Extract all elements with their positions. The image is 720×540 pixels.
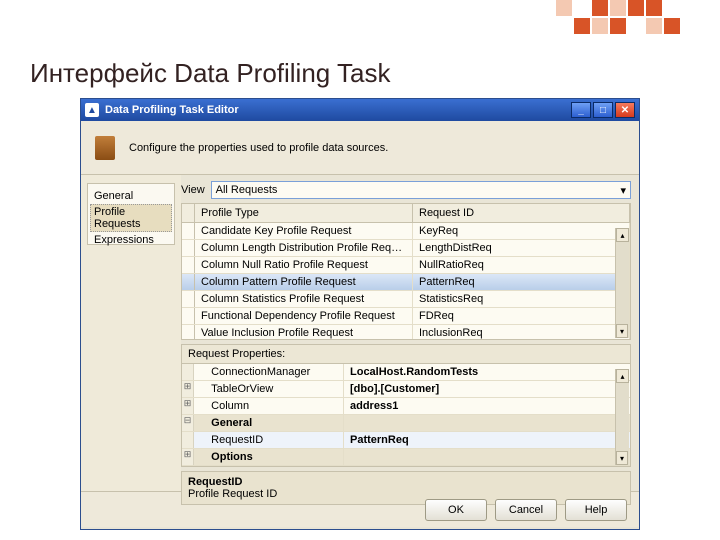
- chevron-down-icon: ▾: [620, 184, 626, 197]
- nav-expressions[interactable]: Expressions: [90, 232, 172, 248]
- cell-profile-type: Column Length Distribution Profile Reque…: [195, 240, 413, 256]
- slide-title: Интерфейс Data Profiling Task: [30, 58, 390, 89]
- property-name: RequestID: [194, 432, 344, 448]
- minimize-button[interactable]: _: [571, 102, 591, 118]
- info-bar: Configure the properties used to profile…: [81, 121, 639, 175]
- cancel-button[interactable]: Cancel: [495, 499, 557, 521]
- side-navigation: General Profile Requests Expressions: [81, 175, 181, 491]
- properties-panel: Request Properties: ConnectionManagerLoc…: [181, 344, 631, 467]
- property-name: Column: [194, 398, 344, 414]
- titlebar[interactable]: ▲ Data Profiling Task Editor _ □ ✕: [81, 99, 639, 121]
- cell-request-id: PatternReq: [413, 274, 630, 290]
- table-row[interactable]: Column Null Ratio Profile RequestNullRat…: [182, 257, 630, 274]
- dialog-window: ▲ Data Profiling Task Editor _ □ ✕ Confi…: [80, 98, 640, 530]
- scroll-up-icon[interactable]: ▴: [616, 228, 629, 242]
- info-text: Configure the properties used to profile…: [129, 142, 388, 154]
- property-value: [dbo].[Customer]: [344, 381, 630, 397]
- slide-decoration: [556, 0, 680, 34]
- help-name: RequestID: [188, 476, 624, 488]
- cell-profile-type: Functional Dependency Profile Request: [195, 308, 413, 324]
- expand-icon: [182, 364, 194, 380]
- property-value: [344, 449, 630, 465]
- expand-icon[interactable]: ⊞: [182, 381, 194, 397]
- property-name: ConnectionManager: [194, 364, 344, 380]
- expand-icon[interactable]: ⊞: [182, 398, 194, 414]
- table-row[interactable]: Functional Dependency Profile RequestFDR…: [182, 308, 630, 325]
- window-title: Data Profiling Task Editor: [105, 104, 239, 116]
- cell-request-id: StatisticsReq: [413, 291, 630, 307]
- grid-scrollbar[interactable]: ▴ ▾: [615, 228, 629, 338]
- property-value: address1: [344, 398, 630, 414]
- wizard-icon: [95, 136, 115, 160]
- table-row[interactable]: Column Length Distribution Profile Reque…: [182, 240, 630, 257]
- props-scrollbar[interactable]: ▴ ▾: [615, 369, 629, 465]
- cell-profile-type: Candidate Key Profile Request: [195, 223, 413, 239]
- property-value: LocalHost.RandomTests: [344, 364, 630, 380]
- nav-general[interactable]: General: [90, 188, 172, 204]
- close-button[interactable]: ✕: [615, 102, 635, 118]
- property-name: TableOrView: [194, 381, 344, 397]
- scroll-down-icon[interactable]: ▾: [616, 324, 628, 338]
- cell-profile-type: Column Statistics Profile Request: [195, 291, 413, 307]
- properties-header: Request Properties:: [182, 345, 630, 364]
- cell-request-id: InclusionReq: [413, 325, 630, 339]
- help-desc: Profile Request ID: [188, 488, 624, 500]
- view-label: View: [181, 184, 205, 196]
- cell-request-id: LengthDistReq: [413, 240, 630, 256]
- profile-grid: Profile Type Request ID Candidate Key Pr…: [181, 203, 631, 340]
- app-icon: ▲: [85, 103, 99, 117]
- property-row[interactable]: ⊟ General: [182, 415, 630, 432]
- expand-icon[interactable]: ⊞: [182, 449, 194, 465]
- nav-profile-requests[interactable]: Profile Requests: [90, 204, 172, 232]
- scroll-down-icon[interactable]: ▾: [616, 451, 628, 465]
- view-select[interactable]: All Requests ▾: [211, 181, 631, 199]
- help-button[interactable]: Help: [565, 499, 627, 521]
- maximize-button[interactable]: □: [593, 102, 613, 118]
- cell-profile-type: Value Inclusion Profile Request: [195, 325, 413, 339]
- cell-request-id: NullRatioReq: [413, 257, 630, 273]
- property-row[interactable]: RequestIDPatternReq: [182, 432, 630, 449]
- table-row[interactable]: Value Inclusion Profile RequestInclusion…: [182, 325, 630, 339]
- property-name: General: [194, 415, 344, 431]
- property-row[interactable]: ConnectionManagerLocalHost.RandomTests: [182, 364, 630, 381]
- property-value: PatternReq: [344, 432, 630, 448]
- cell-request-id: FDReq: [413, 308, 630, 324]
- cell-request-id: KeyReq: [413, 223, 630, 239]
- table-row[interactable]: Column Statistics Profile RequestStatist…: [182, 291, 630, 308]
- cell-profile-type: Column Null Ratio Profile Request: [195, 257, 413, 273]
- expand-icon[interactable]: ⊟: [182, 415, 194, 431]
- expand-icon: [182, 432, 194, 448]
- property-help: RequestID Profile Request ID: [181, 471, 631, 505]
- property-row[interactable]: ⊞ TableOrView[dbo].[Customer]: [182, 381, 630, 398]
- property-value: [344, 415, 630, 431]
- property-row[interactable]: ⊞ Columnaddress1: [182, 398, 630, 415]
- table-row[interactable]: Candidate Key Profile RequestKeyReq: [182, 223, 630, 240]
- col-request-id[interactable]: Request ID: [413, 204, 630, 222]
- cell-profile-type: Column Pattern Profile Request: [195, 274, 413, 290]
- ok-button[interactable]: OK: [425, 499, 487, 521]
- property-name: Options: [194, 449, 344, 465]
- scroll-up-icon[interactable]: ▴: [616, 369, 629, 383]
- table-row[interactable]: Column Pattern Profile RequestPatternReq: [182, 274, 630, 291]
- col-profile-type[interactable]: Profile Type: [195, 204, 413, 222]
- property-row[interactable]: ⊞ Options: [182, 449, 630, 466]
